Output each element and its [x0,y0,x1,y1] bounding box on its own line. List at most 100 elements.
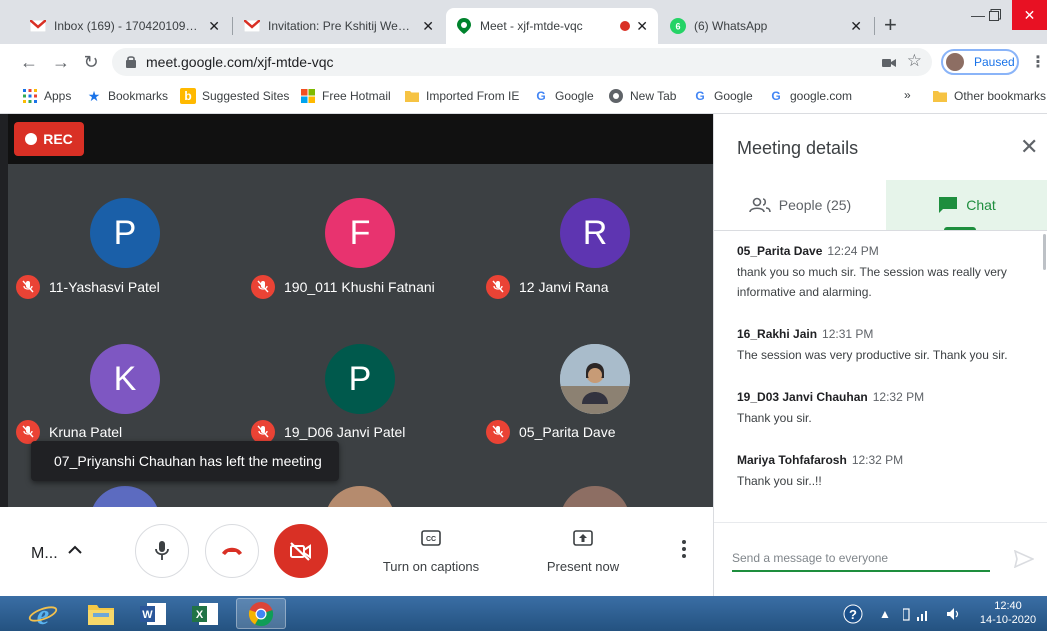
bookmark-google-1[interactable]: G Google [533,88,594,104]
windows-taskbar: e W X ? ▲ 12:40 14-10-2020 [0,596,1047,631]
panel-title: Meeting details [737,138,859,158]
maximize-button[interactable] [975,0,1015,30]
close-icon[interactable]: ✕ [636,18,648,35]
network-icon[interactable] [903,596,931,631]
forward-button[interactable]: → [50,51,72,73]
bookmark-star-icon[interactable]: ☆ [907,51,922,71]
more-options-icon[interactable] [682,540,688,561]
svg-text:W: W [142,609,153,621]
back-button[interactable]: ← [18,51,40,73]
bookmark-suggested-sites[interactable]: b Suggested Sites [180,88,289,104]
whatsapp-icon: 6 [670,18,686,34]
message-time: 12:32 PM [872,390,925,404]
profile-paused-button[interactable]: Paused [941,49,1019,75]
close-icon[interactable]: ✕ [208,18,220,35]
close-icon[interactable]: ✕ [850,18,862,35]
left-meeting-toast: 07_Priyanshi Chauhan has left the meetin… [31,441,339,481]
chat-message: 05_Parita Dave 12:24 PM thank you so much… [737,244,1027,302]
bookmark-apps[interactable]: Apps [22,88,71,104]
leave-call-button[interactable] [205,524,259,578]
google-icon: G [771,89,781,103]
captions-button[interactable]: CC Turn on captions [381,527,481,574]
present-now-button[interactable]: Present now [546,527,620,574]
participant-avatar: K [90,344,160,414]
captions-label: Turn on captions [382,559,480,574]
panel-divider [714,230,1047,231]
camera-in-use-icon[interactable] [882,55,896,73]
bookmark-google-com[interactable]: G google.com [768,88,852,104]
bookmark-bookmarks[interactable]: ★ Bookmarks [86,88,168,104]
bookmark-label: Apps [44,89,72,103]
bookmarks-overflow-button[interactable]: » [904,88,911,102]
system-clock[interactable]: 12:40 14-10-2020 [978,599,1038,627]
clock-time: 12:40 [994,600,1022,612]
apps-icon [22,88,38,104]
gmail-icon [30,18,46,34]
participant-avatar: F [325,198,395,268]
svg-text:6: 6 [675,22,680,32]
participant-photo-partial [560,486,630,507]
participant-name: Kruna Patel [49,424,123,440]
address-bar[interactable]: meet.google.com/xjf-mtde-vqc ☆ [112,48,932,76]
microsoft-excel-icon[interactable]: X [184,598,226,629]
folder-icon [932,88,948,104]
microsoft-word-icon[interactable]: W [132,598,174,629]
participant-name: 11-Yashasvi Patel [49,279,160,295]
new-tab-button[interactable]: + [884,14,897,36]
help-icon[interactable]: ? [843,596,863,631]
tab-whatsapp[interactable]: 6 (6) WhatsApp ✕ [660,8,872,44]
window-close-button[interactable]: ✕ [1012,0,1047,30]
chat-message-header: Mariya Tohfafarosh 12:32 PM [737,453,1027,467]
tab-chat[interactable]: Chat [886,180,1047,230]
microphone-button[interactable] [135,524,189,578]
browser-menu-icon[interactable]: ⋮ [1030,52,1046,72]
tab-gmail-inbox[interactable]: Inbox (169) - 170420109547.e ✕ [20,8,230,44]
internet-explorer-icon[interactable]: e [22,598,64,629]
bookmarks-bar: Apps ★ Bookmarks b Suggested Sites Free … [0,80,1047,114]
reload-button[interactable]: ↻ [80,51,102,73]
meeting-name[interactable]: M... [31,545,58,563]
sender-name: 19_D03 Janvi Chauhan [737,390,868,404]
bookmark-label: Google [555,89,594,103]
message-time: 12:24 PM [827,244,879,258]
tab-people[interactable]: People (25) [714,180,886,230]
chat-scrollbar[interactable] [1043,234,1046,270]
message-text: The session was very productive sir. Tha… [737,348,1008,362]
chat-icon [938,196,958,214]
tab-separator [232,17,233,35]
send-icon[interactable] [1013,549,1035,573]
bookmark-free-hotmail[interactable]: Free Hotmail [300,88,391,104]
show-hidden-icons-icon[interactable]: ▲ [879,596,891,631]
gmail-icon [244,18,260,34]
chrome-icon [608,88,624,104]
participant-tile: 05_Parita Dave [486,420,616,444]
microphone-icon [155,541,169,560]
bookmark-imported-from-ie[interactable]: Imported From IE [404,88,519,104]
bookmark-new-tab[interactable]: New Tab [608,88,676,104]
volume-icon[interactable] [946,596,962,631]
chat-message-input[interactable]: Send a message to everyone [732,551,990,572]
sender-name: Mariya Tohfafarosh [737,453,847,467]
mic-off-icon [251,275,275,299]
tab-meet[interactable]: Meet - xjf-mtde-vqc ✕ [446,8,658,44]
file-explorer-icon[interactable] [80,598,122,629]
svg-text:?: ? [849,607,857,622]
bookmark-google-2[interactable]: G Google [692,88,752,104]
tab-gmail-invitation[interactable]: Invitation: Pre Kshitij Webinar ✕ [234,8,444,44]
message-time: 12:31 PM [822,327,874,341]
participant-name: 12 Janvi Rana [519,279,609,295]
close-icon[interactable]: ✕ [1020,134,1038,160]
bookmark-label: Bookmarks [108,89,169,103]
svg-text:CC: CC [426,536,436,543]
chevron-up-icon[interactable] [68,542,82,560]
camera-off-icon [290,542,311,561]
chat-message-list: 05_Parita Dave 12:24 PM thank you so much… [737,244,1027,516]
camera-button[interactable] [274,524,328,578]
google-icon: G [536,89,546,103]
chrome-taskbar-icon[interactable] [236,598,286,629]
close-icon[interactable]: ✕ [422,18,434,35]
participant-tile: 190_011 Khushi Fatnani [251,275,435,299]
participant-tile: 12 Janvi Rana [486,275,609,299]
folder-icon [404,88,420,104]
other-bookmarks[interactable]: Other bookmarks [932,88,1046,104]
